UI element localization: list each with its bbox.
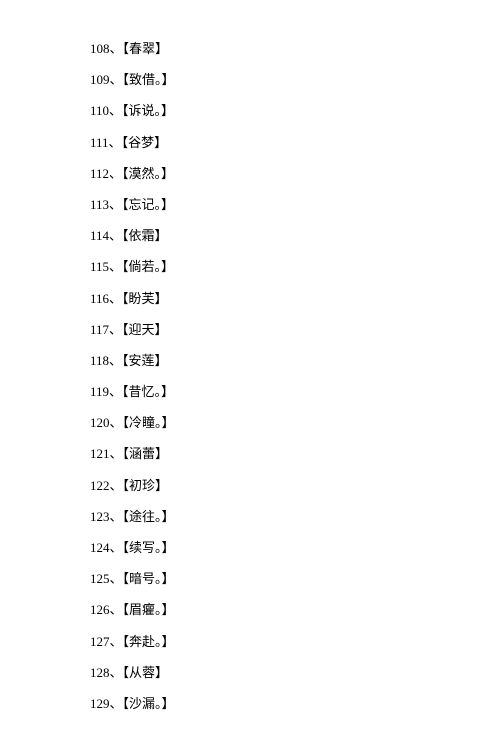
item-number: 113	[90, 197, 109, 212]
item-separator: 、	[109, 384, 122, 399]
item-separator: 、	[109, 103, 122, 118]
item-separator: 、	[109, 166, 122, 181]
item-separator: 、	[109, 259, 122, 274]
item-separator: 、	[110, 602, 123, 617]
item-text: 【眉癯。】	[123, 602, 175, 617]
item-number: 124	[90, 540, 110, 555]
item-text: 【忘记。】	[122, 197, 174, 212]
item-separator: 、	[110, 415, 123, 430]
item-number: 110	[90, 103, 109, 118]
item-separator: 、	[109, 135, 122, 150]
item-number: 126	[90, 602, 110, 617]
item-text: 【春翠】	[123, 41, 169, 56]
item-text: 【谷梦】	[122, 135, 168, 150]
item-text: 【初珍】	[123, 478, 169, 493]
item-separator: 、	[110, 571, 123, 586]
list-item: 112、【漠然。】	[90, 165, 500, 183]
list-item: 129、【沙漏。】	[90, 695, 500, 713]
item-separator: 、	[109, 197, 122, 212]
item-text: 【昔忆。】	[122, 384, 174, 399]
numbered-list: 108、【春翠】109、【致借。】110、【诉说。】111、【谷梦】112、【漠…	[90, 40, 500, 713]
item-number: 108	[90, 41, 110, 56]
item-text: 【盼芙】	[122, 291, 168, 306]
item-number: 118	[90, 353, 109, 368]
item-number: 117	[90, 322, 109, 337]
list-item: 122、【初珍】	[90, 477, 500, 495]
item-number: 129	[90, 696, 110, 711]
item-text: 【依霜】	[122, 228, 168, 243]
item-separator: 、	[110, 540, 123, 555]
list-item: 126、【眉癯。】	[90, 601, 500, 619]
list-item: 110、【诉说。】	[90, 102, 500, 120]
item-separator: 、	[110, 665, 123, 680]
list-item: 124、【续写。】	[90, 539, 500, 557]
item-separator: 、	[110, 478, 123, 493]
item-number: 111	[90, 135, 109, 150]
item-number: 123	[90, 509, 110, 524]
list-item: 116、【盼芙】	[90, 290, 500, 308]
item-separator: 、	[110, 446, 123, 461]
item-text: 【从蓉】	[123, 665, 169, 680]
item-text: 【冷瞳。】	[123, 415, 175, 430]
item-text: 【诉说。】	[122, 103, 174, 118]
item-text: 【迎天】	[122, 322, 168, 337]
item-number: 125	[90, 571, 110, 586]
item-number: 115	[90, 259, 109, 274]
item-text: 【续写。】	[123, 540, 175, 555]
list-item: 108、【春翠】	[90, 40, 500, 58]
item-text: 【暗号。】	[123, 571, 175, 586]
item-number: 121	[90, 446, 110, 461]
item-text: 【涵蕾】	[123, 446, 169, 461]
list-item: 123、【途往。】	[90, 508, 500, 526]
item-number: 109	[90, 72, 110, 87]
list-item: 118、【安莲】	[90, 352, 500, 370]
item-number: 120	[90, 415, 110, 430]
item-text: 【安莲】	[122, 353, 168, 368]
list-item: 127、【奔赴。】	[90, 633, 500, 651]
list-item: 117、【迎天】	[90, 321, 500, 339]
item-text: 【途往。】	[123, 509, 175, 524]
item-text: 【漠然。】	[122, 166, 174, 181]
item-number: 116	[90, 291, 109, 306]
item-separator: 、	[109, 228, 122, 243]
item-separator: 、	[110, 41, 123, 56]
item-separator: 、	[109, 353, 122, 368]
list-item: 120、【冷瞳。】	[90, 414, 500, 432]
list-item: 113、【忘记。】	[90, 196, 500, 214]
item-separator: 、	[110, 509, 123, 524]
item-number: 119	[90, 384, 109, 399]
list-item: 125、【暗号。】	[90, 570, 500, 588]
list-item: 109、【致借。】	[90, 71, 500, 89]
item-number: 114	[90, 228, 109, 243]
item-number: 112	[90, 166, 109, 181]
item-separator: 、	[109, 322, 122, 337]
list-item: 119、【昔忆。】	[90, 383, 500, 401]
item-text: 【倘若。】	[122, 259, 174, 274]
item-separator: 、	[109, 291, 122, 306]
item-text: 【致借。】	[123, 72, 175, 87]
list-item: 121、【涵蕾】	[90, 445, 500, 463]
list-item: 115、【倘若。】	[90, 258, 500, 276]
item-text: 【沙漏。】	[123, 696, 175, 711]
list-item: 114、【依霜】	[90, 227, 500, 245]
item-separator: 、	[110, 72, 123, 87]
item-number: 128	[90, 665, 110, 680]
list-item: 128、【从蓉】	[90, 664, 500, 682]
item-separator: 、	[110, 696, 123, 711]
item-number: 122	[90, 478, 110, 493]
list-item: 111、【谷梦】	[90, 134, 500, 152]
